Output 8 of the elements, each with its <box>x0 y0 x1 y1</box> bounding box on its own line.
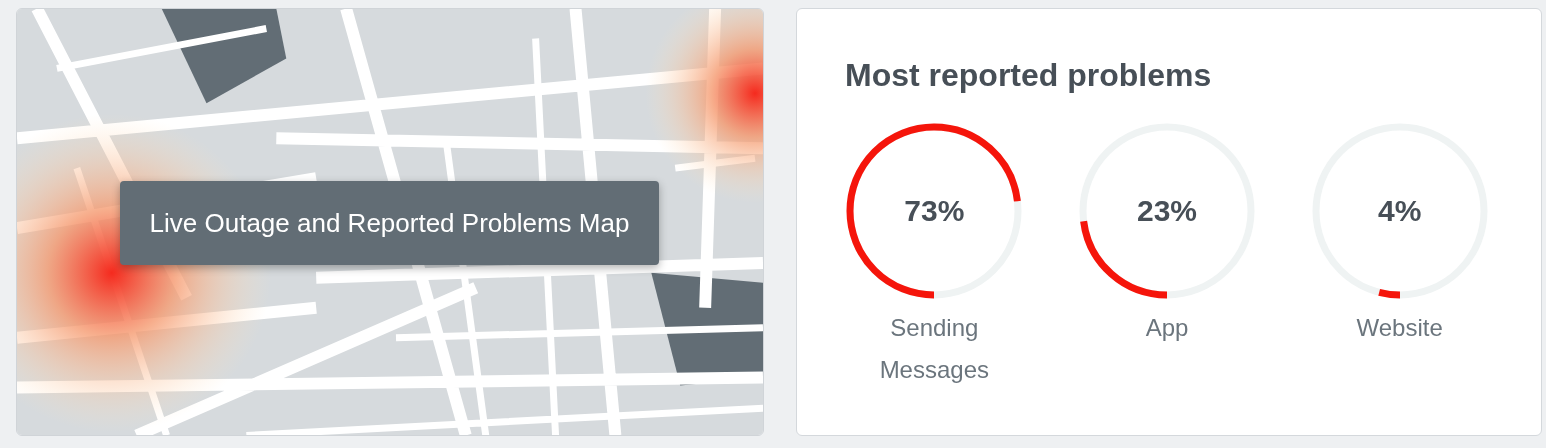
percentage: 23% <box>1136 194 1197 228</box>
problem-label: App <box>1144 313 1190 343</box>
percentage: 4% <box>1378 194 1422 228</box>
map-link-button[interactable]: Live Outage and Reported Problems Map <box>120 181 659 265</box>
percentage: 73% <box>904 194 965 228</box>
problem-label: Sending Messages <box>878 313 990 385</box>
card-title: Most reported problems <box>845 56 1213 95</box>
problem-label: Website <box>1355 313 1444 343</box>
